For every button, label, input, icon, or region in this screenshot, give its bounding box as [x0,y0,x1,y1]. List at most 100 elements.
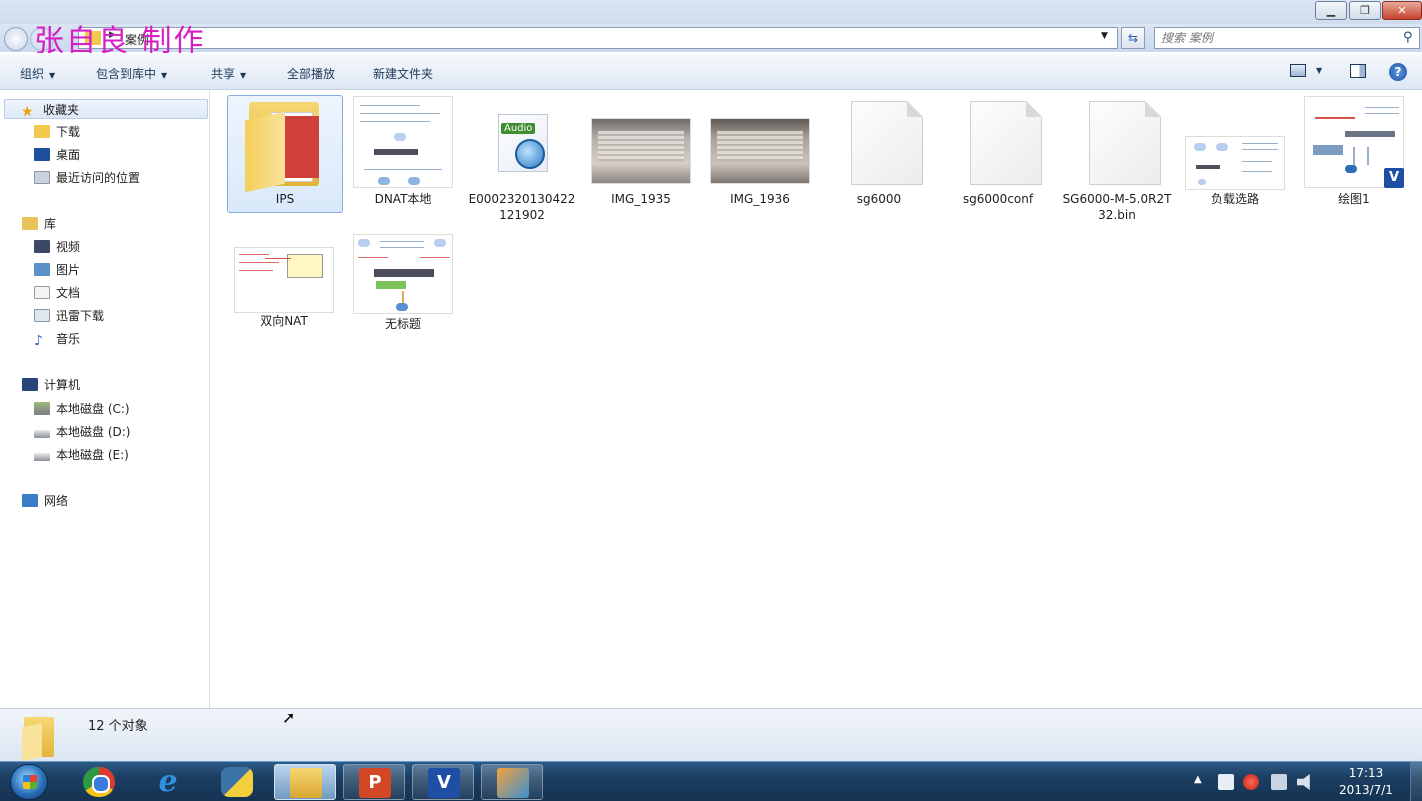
folder-icon [235,96,335,193]
taskbar-visio[interactable]: V [412,764,474,800]
nav-label: 本地磁盘 (D:) [56,425,131,439]
file-item[interactable]: Audio E0002320130422121902 [464,96,580,223]
nav-label: 本地磁盘 (E:) [56,448,129,462]
play-all-button[interactable]: 全部播放 [287,65,335,82]
clock-date: 2013/7/1 [1339,783,1393,797]
drive-icon [34,453,50,461]
video-icon [34,240,50,253]
show-desktop-button[interactable] [1410,762,1422,801]
computer-icon [22,378,38,391]
restore-icon: ❐ [1360,4,1370,17]
preview-pane-icon[interactable] [1350,64,1366,78]
library-icon [22,217,38,230]
nav-disk-d[interactable]: 本地磁盘 (D:) [34,422,130,442]
nav-label: 收藏夹 [43,103,80,117]
nav-label: 图片 [56,263,81,277]
taskbar-ie[interactable]: e [137,764,199,800]
search-input[interactable] [1161,30,1391,46]
nav-libraries[interactable]: 库 [22,214,56,234]
taskbar-vmware[interactable] [481,764,543,800]
file-name: 负载选路 [1210,192,1259,206]
system-drive-icon [34,402,50,415]
back-button[interactable] [4,27,28,51]
address-dropdown-icon[interactable]: ▼ [1101,31,1108,41]
start-button[interactable] [10,764,48,800]
title-bar: ▁ ❐ ✕ [0,0,1422,24]
close-button[interactable]: ✕ [1382,1,1422,20]
file-item[interactable]: IPS [227,95,343,213]
file-item[interactable]: 双向NAT [226,247,342,329]
file-item[interactable]: SG6000-M-5.0R2T32.bin [1059,96,1175,223]
nav-disk-c[interactable]: 本地磁盘 (C:) [34,399,130,419]
refresh-button[interactable]: ⇆ [1121,27,1145,49]
file-item[interactable]: sg6000conf [940,96,1056,207]
nav-disk-e[interactable]: 本地磁盘 (E:) [34,445,129,465]
audio-badge: Audio [501,123,536,134]
blank-file-icon [1067,96,1167,188]
file-item[interactable]: sg6000 [821,96,937,207]
vmware-icon [497,768,529,798]
nav-computer[interactable]: 计算机 [22,375,80,395]
search-icon[interactable]: ⚲ [1403,30,1413,45]
clock-time: 17:13 [1348,766,1384,780]
file-item[interactable]: DNAT本地 [345,96,461,207]
ie-icon: e [158,764,178,799]
file-name: IMG_1936 [730,192,790,206]
file-item[interactable]: V 绘图1 [1296,96,1412,207]
star-icon: ★ [21,104,34,120]
blank-file-icon [829,96,929,188]
search-box[interactable]: ⚲ [1154,27,1420,49]
nav-desktop[interactable]: 桌面 [34,145,80,165]
nav-thunder-downloads[interactable]: 迅雷下载 [34,306,104,326]
taskbar-explorer[interactable] [274,764,336,800]
file-list: IPS DNAT本地 Audio E0002320130422121902 IM… [211,91,1422,708]
nav-downloads[interactable]: 下载 [34,122,80,142]
item-count: 12 个对象 [88,719,148,734]
address-bar[interactable]: ▶ 案例 ▼ [78,27,1118,49]
file-item[interactable]: 无标题 [345,234,461,332]
nav-label: 网络 [44,494,69,508]
clock[interactable]: 17:13 2013/7/1 [1326,765,1406,799]
tray-network-icon[interactable] [1271,774,1287,790]
tray-usb-icon[interactable] [1218,774,1234,790]
nav-recent-places[interactable]: 最近访问的位置 [34,168,140,188]
share-button[interactable]: 共享 ▼ [211,65,246,82]
file-item[interactable]: 负载选路 [1177,96,1293,207]
details-pane: 12 个对象 [0,708,1422,762]
organize-button[interactable]: 组织 ▼ [20,65,55,82]
nav-documents[interactable]: 文档 [34,283,80,303]
taskbar-chrome[interactable] [68,764,130,800]
change-view-icon[interactable] [1290,64,1306,77]
file-name: SG6000-M-5.0R2T32.bin [1062,192,1172,222]
mouse-cursor-icon: ➚ [282,708,296,727]
nav-music[interactable]: ♪ 音乐 [34,329,80,349]
downloads-folder-icon [34,125,50,138]
minimize-button[interactable]: ▁ [1315,1,1347,20]
nav-label: 计算机 [44,378,81,392]
taskbar-python[interactable] [206,764,268,800]
nav-label: 视频 [56,240,81,254]
navigation-pane: ★ 收藏夹 下载 桌面 最近访问的位置 库 视频 图片 文档 迅雷下载 ♪ 音乐 计… [0,91,210,708]
nav-network[interactable]: 网络 [22,491,68,511]
nav-favorites[interactable]: ★ 收藏夹 [4,99,208,120]
include-in-library-button[interactable]: 包含到库中 ▼ [96,65,167,82]
file-name: sg6000conf [962,192,1034,206]
tray-volume-icon[interactable] [1297,774,1310,790]
file-item[interactable]: IMG_1935 [583,96,699,207]
nav-pictures[interactable]: 图片 [34,260,80,280]
maximize-button[interactable]: ❐ [1349,1,1381,20]
show-hidden-icons-icon[interactable]: ▲ [1194,774,1202,785]
view-dropdown-icon[interactable]: ▼ [1316,66,1322,75]
nav-label: 本地磁盘 (C:) [56,402,130,416]
tray-security-icon[interactable] [1243,774,1259,790]
nav-label: 桌面 [56,148,81,162]
explorer-icon [290,768,322,798]
help-icon[interactable]: ? [1389,63,1407,81]
photo-thumbnail [591,96,691,188]
new-folder-button[interactable]: 新建文件夹 [373,65,433,82]
dropdown-icon: ▼ [161,71,168,80]
documents-icon [34,286,50,299]
nav-videos[interactable]: 视频 [34,237,80,257]
file-item[interactable]: IMG_1936 [702,96,818,207]
taskbar-powerpoint[interactable]: P [343,764,405,800]
